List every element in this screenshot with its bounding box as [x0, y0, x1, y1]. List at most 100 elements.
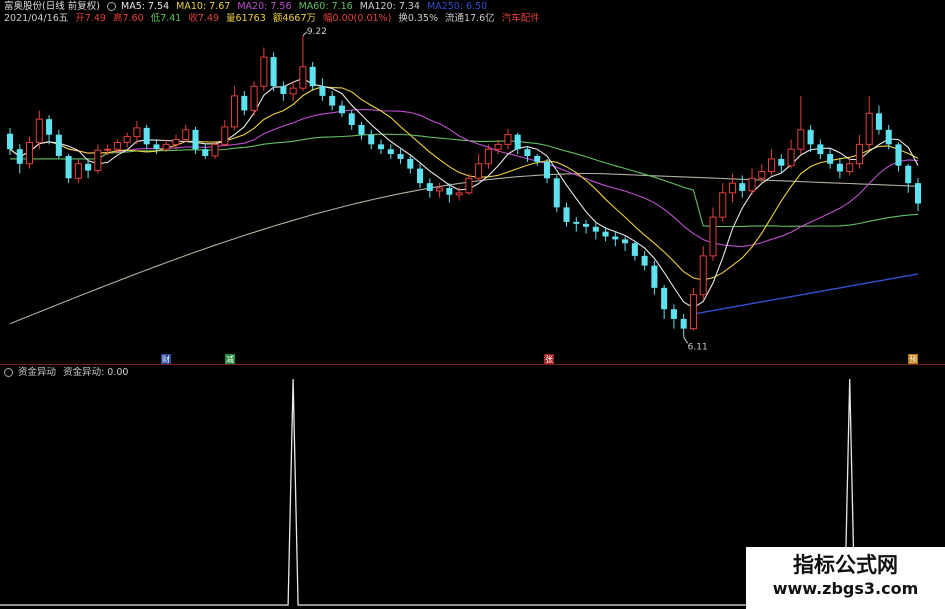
turnover-label: 换0.35%: [398, 13, 438, 24]
sector-label[interactable]: 汽车配件: [502, 13, 540, 24]
candle: [348, 110, 355, 130]
ma120-label: MA120: 7.34: [359, 1, 420, 12]
candle-body-up: [299, 66, 307, 89]
candle: [16, 144, 23, 174]
candle-body-down: [534, 156, 541, 162]
candle: [289, 81, 297, 101]
candle-body-up: [221, 126, 229, 145]
candle: [202, 144, 209, 159]
candle: [661, 284, 668, 319]
candle-body-up: [94, 149, 102, 172]
candle-body-down: [202, 149, 209, 156]
indicator-value: 资金异动: 0.00: [63, 367, 129, 378]
candle: [504, 128, 512, 150]
candle-body-up: [123, 136, 131, 143]
candle: [563, 202, 570, 227]
candle-body-down: [55, 134, 62, 156]
candle: [670, 304, 677, 329]
low-label: 低7.41: [150, 13, 182, 24]
candle: [709, 207, 717, 261]
candle: [846, 158, 854, 176]
candle: [543, 158, 551, 184]
candle-body-down: [417, 168, 424, 184]
candle: [553, 175, 560, 213]
candle-body-up: [719, 192, 727, 218]
candle-body-down: [446, 188, 453, 195]
candle-body-down: [543, 161, 551, 179]
ma120-line: [9, 172, 919, 325]
event-marker-label: 预: [909, 354, 917, 364]
candle: [280, 81, 287, 101]
candle-body-up: [709, 216, 717, 257]
candle-body-up: [846, 163, 854, 173]
candle-body-down: [524, 149, 531, 156]
candle-body-down: [612, 236, 619, 240]
candle: [417, 163, 424, 188]
candle: [338, 100, 345, 118]
candle: [631, 241, 638, 261]
candle-body-down: [65, 156, 72, 179]
candle-body-down: [241, 95, 248, 111]
candle-body-up: [231, 95, 239, 128]
candle-body-up: [728, 182, 737, 194]
candle: [689, 287, 697, 331]
candle-body-down: [778, 158, 785, 166]
event-marker-label: 减: [226, 354, 234, 364]
candle-body-up: [113, 141, 121, 150]
event-marker-label: 张: [545, 355, 553, 364]
candle: [895, 142, 902, 172]
candle: [358, 122, 365, 140]
candle-body-down: [514, 134, 521, 150]
candle-body-down: [319, 86, 326, 96]
candle-body-down: [192, 129, 199, 150]
ma20-label: MA20: 7.56: [237, 1, 292, 12]
ma5-label: MA5: 7.54: [121, 1, 170, 12]
candle-body-up: [35, 118, 43, 143]
candle: [270, 52, 277, 92]
candle-body-down: [739, 183, 746, 191]
candle: [514, 132, 521, 155]
candle: [436, 183, 444, 198]
watermark-title: 指标公式网: [793, 553, 898, 577]
watermark: 指标公式网 www.zbgs3.com: [746, 547, 945, 609]
candle-body-up: [182, 129, 190, 141]
candle: [26, 136, 34, 169]
candle-body-down: [426, 183, 433, 191]
candle-body-up: [289, 87, 297, 95]
candle-body-down: [885, 129, 892, 145]
candle-body-down: [661, 287, 668, 310]
candle-body-up: [133, 127, 141, 138]
candle-body-down: [592, 226, 599, 232]
high-price-annotation: 9.22: [307, 27, 327, 37]
candle-body-down: [914, 183, 922, 204]
candle-body-down: [836, 163, 843, 172]
indicator-name[interactable]: 资金异动: [18, 367, 56, 378]
candle: [592, 221, 599, 240]
candle-body-up: [26, 141, 34, 165]
candle-body-down: [573, 221, 580, 224]
candle-body-down: [622, 239, 629, 244]
stock-title[interactable]: 富奥股份(日线 前复权): [4, 1, 100, 12]
candle-body-down: [338, 105, 345, 114]
candle: [699, 246, 707, 300]
candle: [797, 95, 805, 155]
kline-chart[interactable]: 9.22 6.11 财 减 张 预: [0, 0, 945, 368]
candle: [807, 124, 814, 153]
candle: [651, 260, 658, 295]
open-label: 开7.49: [75, 13, 106, 24]
candle-body-down: [16, 149, 23, 164]
candle-body-up: [768, 158, 776, 173]
candle-body-up: [758, 171, 766, 179]
candle-body-up: [504, 134, 512, 145]
candle: [719, 183, 727, 222]
candle-body-up: [787, 148, 795, 167]
candle-body-up: [689, 294, 697, 330]
float-label: 流通17.6亿: [445, 13, 495, 24]
candle: [211, 142, 219, 159]
candle: [65, 154, 72, 184]
indicator-settings-icon[interactable]: [4, 368, 13, 377]
candle-body-down: [329, 95, 336, 106]
settings-circle-icon[interactable]: [106, 2, 116, 11]
candle: [426, 178, 433, 198]
candle-body-up: [865, 112, 873, 145]
